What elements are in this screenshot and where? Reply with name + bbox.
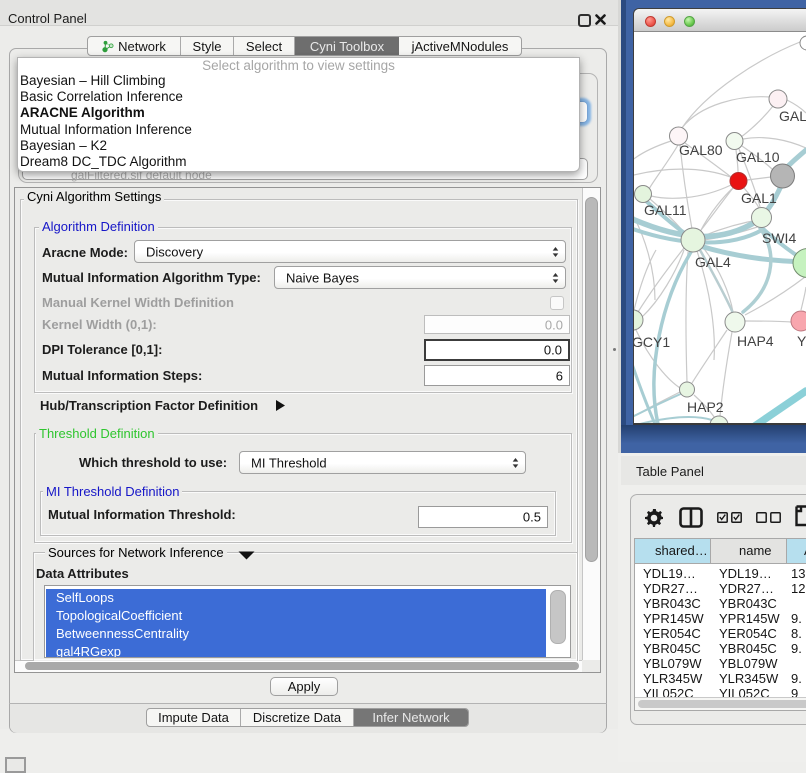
svg-text:GAL80: GAL80 <box>679 142 723 158</box>
svg-text:HAP2: HAP2 <box>687 399 724 415</box>
svg-text:GAL11: GAL11 <box>644 202 687 218</box>
svg-text:GAL4: GAL4 <box>695 254 731 270</box>
svg-text:Y: Y <box>797 333 806 349</box>
svg-text:GAL1: GAL1 <box>741 190 777 206</box>
svg-text:GAL10: GAL10 <box>736 149 780 165</box>
svg-text:GCY1: GCY1 <box>634 334 670 350</box>
svg-text:SWI4: SWI4 <box>762 230 796 246</box>
svg-text:HAP4: HAP4 <box>737 333 774 349</box>
svg-text:GAL: GAL <box>779 108 806 124</box>
